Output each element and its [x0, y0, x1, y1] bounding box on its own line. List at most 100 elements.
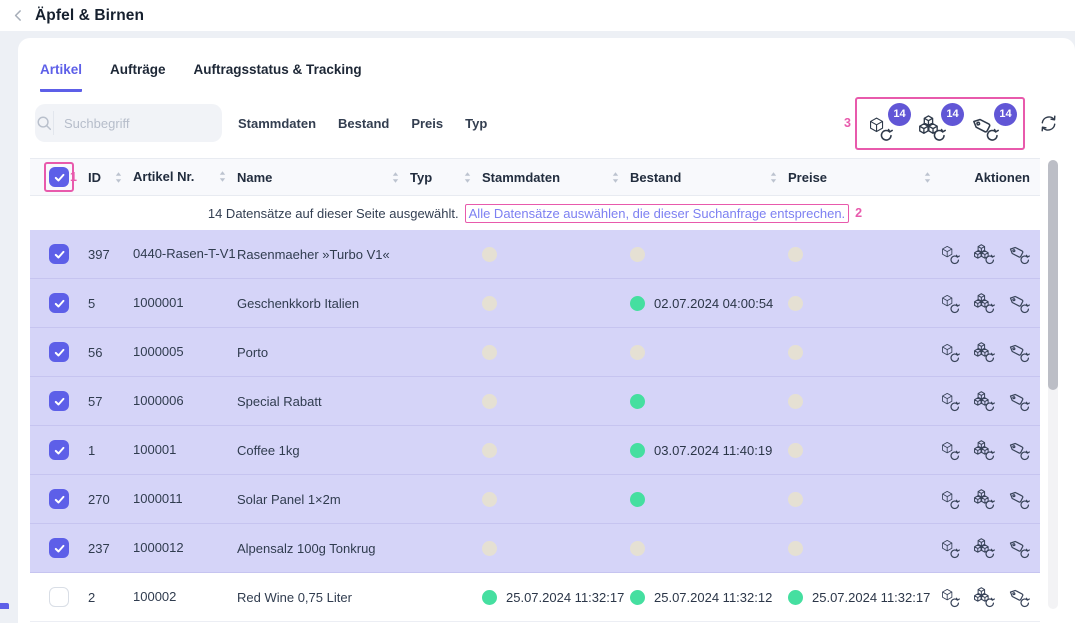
scrollbar-thumb[interactable]	[1048, 160, 1058, 390]
sort-icon[interactable]	[463, 170, 472, 185]
status-dot	[630, 541, 645, 556]
box-sync-icon	[939, 244, 960, 265]
row-sync-preise-button[interactable]	[1009, 489, 1030, 510]
row-sync-preise-button[interactable]	[1009, 538, 1030, 559]
row-name: Geschenkkorb Italien	[237, 296, 410, 311]
row-sync-bestand-button[interactable]	[974, 489, 995, 510]
select-all-matching-link[interactable]: Alle Datensätze auswählen, die dieser Su…	[469, 206, 846, 221]
row-sync-bestand-button[interactable]	[974, 440, 995, 461]
select-all-checkbox[interactable]	[49, 167, 69, 187]
row-sync-bestand-button[interactable]	[974, 587, 995, 608]
articles-table: 1 ID Artikel Nr. Name Typ Stammdaten Bes…	[30, 158, 1040, 622]
refresh-button[interactable]	[1038, 113, 1059, 134]
status-date: 25.07.2024 11:32:12	[654, 590, 772, 605]
sort-icon[interactable]	[769, 170, 778, 185]
row-sync-preise-button[interactable]	[1009, 342, 1030, 363]
row-name: Red Wine 0,75 Liter	[237, 590, 410, 605]
filter-preis[interactable]: Preis	[411, 116, 443, 131]
row-sync-stammdaten-button[interactable]	[939, 293, 960, 314]
row-sync-stammdaten-button[interactable]	[939, 489, 960, 510]
box-sync-icon	[939, 489, 960, 510]
status-dot	[630, 345, 645, 360]
filter-typ[interactable]: Typ	[465, 116, 487, 131]
row-checkbox[interactable]	[49, 489, 69, 509]
row-checkbox[interactable]	[49, 244, 69, 264]
filter-stammdaten[interactable]: Stammdaten	[238, 116, 316, 131]
status-dot	[482, 296, 497, 311]
row-sync-preise-button[interactable]	[1009, 244, 1030, 265]
row-sync-stammdaten-button[interactable]	[939, 342, 960, 363]
row-id: 1	[88, 443, 133, 458]
tab-bar: Artikel Aufträge Auftragsstatus & Tracki…	[40, 38, 362, 92]
annotation-label-2: 2	[855, 206, 862, 220]
row-sync-bestand-button[interactable]	[974, 342, 995, 363]
tag-sync-icon	[1009, 489, 1030, 510]
row-sync-preise-button[interactable]	[1009, 391, 1030, 412]
sync-stammdaten-button[interactable]: 14	[866, 104, 908, 142]
sort-icon[interactable]	[923, 170, 932, 185]
row-checkbox[interactable]	[49, 587, 69, 607]
row-sync-preise-button[interactable]	[1009, 587, 1030, 608]
table-row: 56 1000005 Porto	[30, 328, 1040, 377]
row-sync-stammdaten-button[interactable]	[939, 391, 960, 412]
row-checkbox[interactable]	[49, 538, 69, 558]
tab-artikel[interactable]: Artikel	[40, 62, 82, 92]
row-checkbox[interactable]	[49, 342, 69, 362]
sync-preise-button[interactable]: 14	[972, 104, 1014, 142]
row-preise	[788, 394, 942, 409]
table-row: 2 100002 Red Wine 0,75 Liter 25.07.2024 …	[30, 573, 1040, 622]
sort-icon[interactable]	[218, 169, 227, 184]
row-stammdaten	[482, 394, 630, 409]
back-button[interactable]	[9, 7, 27, 25]
row-name: Special Rabatt	[237, 394, 410, 409]
row-sync-stammdaten-button[interactable]	[939, 440, 960, 461]
status-date: 03.07.2024 11:40:19	[654, 443, 772, 458]
row-id: 237	[88, 541, 133, 556]
row-sync-bestand-button[interactable]	[974, 244, 995, 265]
tab-auftraege[interactable]: Aufträge	[110, 62, 166, 92]
tab-auftragsstatus-tracking[interactable]: Auftragsstatus & Tracking	[194, 62, 362, 92]
row-sync-preise-button[interactable]	[1009, 293, 1030, 314]
boxes-sync-icon	[974, 489, 995, 510]
row-sync-stammdaten-button[interactable]	[939, 587, 960, 608]
search-input[interactable]	[54, 116, 222, 131]
row-bestand	[630, 247, 788, 262]
sort-icon[interactable]	[114, 170, 123, 185]
sort-icon[interactable]	[391, 170, 400, 185]
row-checkbox[interactable]	[49, 440, 69, 460]
row-artikel-nr: 1000011	[133, 490, 237, 508]
row-preise	[788, 345, 942, 360]
col-stammdaten: Stammdaten	[482, 170, 560, 185]
row-sync-stammdaten-button[interactable]	[939, 244, 960, 265]
boxes-sync-icon	[974, 342, 995, 363]
row-checkbox[interactable]	[49, 293, 69, 313]
filter-bestand[interactable]: Bestand	[338, 116, 389, 131]
row-artikel-nr: 1000012	[133, 539, 237, 557]
tag-sync-icon	[1009, 440, 1030, 461]
status-dot	[788, 296, 803, 311]
row-sync-preise-button[interactable]	[1009, 440, 1030, 461]
row-sync-bestand-button[interactable]	[974, 538, 995, 559]
row-id: 2	[88, 590, 133, 605]
page-title: Äpfel & Birnen	[35, 7, 144, 25]
row-sync-stammdaten-button[interactable]	[939, 538, 960, 559]
sort-icon[interactable]	[611, 170, 620, 185]
sync-bestand-button[interactable]: 14	[919, 104, 961, 142]
row-preise	[788, 296, 942, 311]
status-dot	[788, 492, 803, 507]
status-dot	[482, 590, 497, 605]
row-id: 397	[88, 247, 133, 262]
row-sync-bestand-button[interactable]	[974, 293, 995, 314]
row-artikel-nr: 0440-Rasen-T-V1	[133, 245, 237, 263]
status-dot	[482, 394, 497, 409]
row-name: Rasenmaeher »Turbo V1«	[237, 247, 410, 262]
col-id: ID	[88, 170, 101, 185]
status-dot	[788, 247, 803, 262]
row-artikel-nr: 1000005	[133, 343, 237, 361]
row-sync-bestand-button[interactable]	[974, 391, 995, 412]
annotation-box-2: Alle Datensätze auswählen, die dieser Su…	[465, 204, 850, 223]
status-dot	[630, 492, 645, 507]
row-checkbox[interactable]	[49, 391, 69, 411]
status-date: 25.07.2024 11:32:17	[812, 590, 930, 605]
tag-sync-icon	[1009, 587, 1030, 608]
